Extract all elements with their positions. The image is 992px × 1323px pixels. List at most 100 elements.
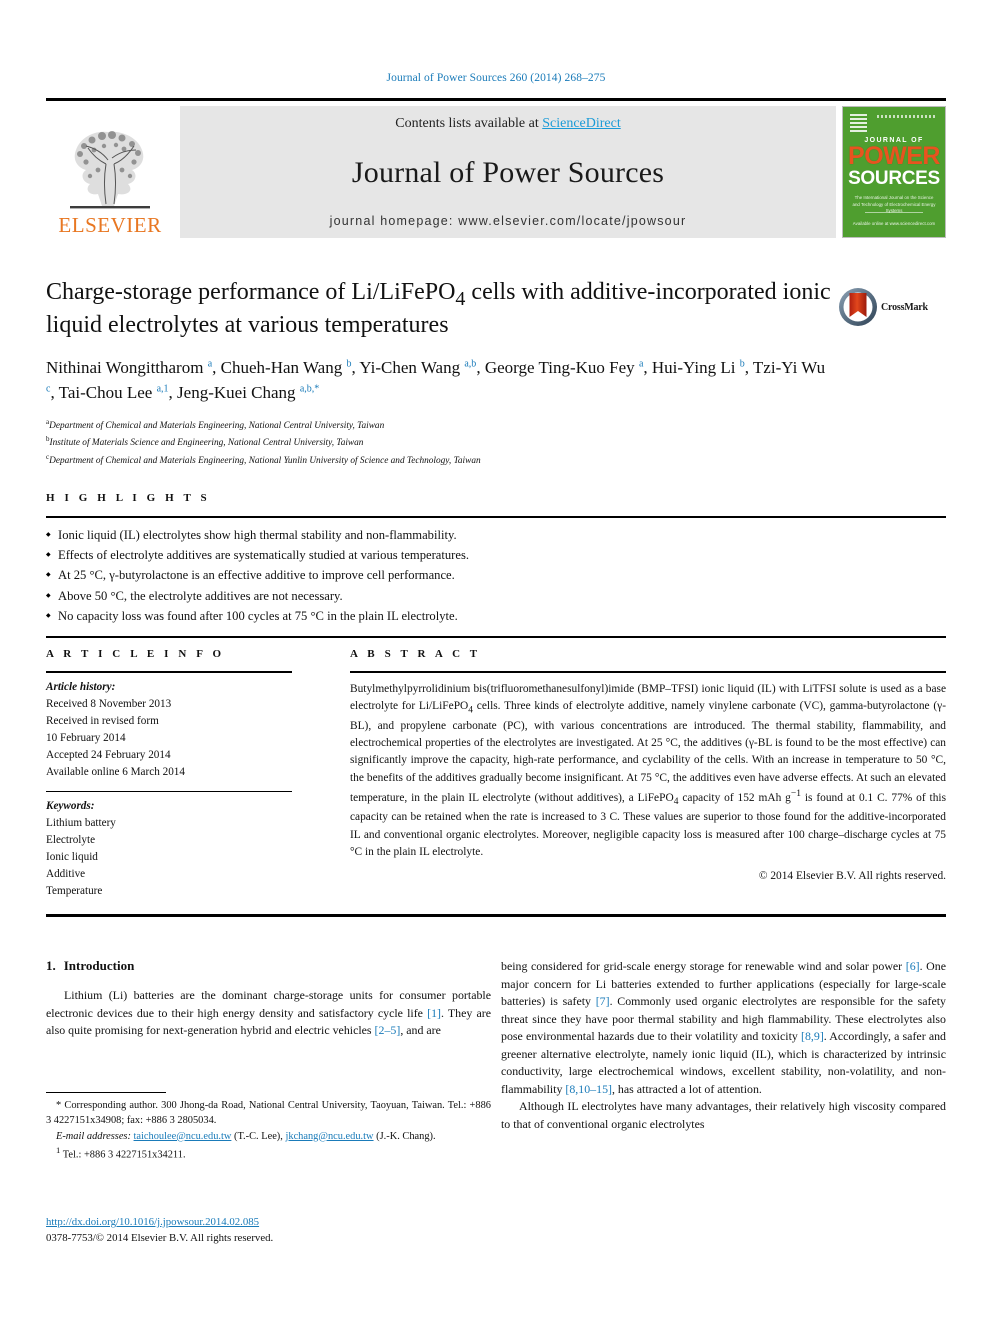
author-affil-marker: b	[739, 358, 745, 370]
paper-page: Journal of Power Sources 260 (2014) 268–…	[0, 0, 992, 1323]
elsevier-tree-icon	[70, 131, 150, 209]
highlights-heading: H I G H L I G H T S	[46, 492, 211, 504]
journal-title: Journal of Power Sources	[351, 156, 665, 189]
issn-copyright: 0378-7753/© 2014 Elsevier B.V. All right…	[46, 1232, 274, 1245]
corresponding-author-note: * Corresponding author. 300 Jhong-da Roa…	[46, 1100, 491, 1127]
citation-ref[interactable]: [1]	[427, 1006, 441, 1020]
affiliation-text: Institute of Materials Science and Engin…	[49, 438, 364, 449]
article-history-label: Article history:	[46, 680, 116, 693]
keyword-item: Additive	[46, 868, 86, 881]
history-item: Available online 6 March 2014	[46, 765, 185, 778]
journal-masthead: ELSEVIER Contents lists available at Sci…	[46, 98, 946, 238]
citation-ref[interactable]: [7]	[596, 994, 610, 1008]
sciencedirect-link[interactable]: ScienceDirect	[542, 116, 621, 131]
cover-sources-word: SOURCES	[848, 168, 940, 189]
list-item: No capacity loss was found after 100 cyc…	[46, 606, 946, 627]
author-list: Nithinai Wongittharom a, Chueh-Han Wang …	[46, 358, 826, 403]
citation-ref[interactable]: [8,9]	[801, 1029, 824, 1043]
masthead-top-rule	[46, 98, 946, 101]
author-affil-marker: a,1	[156, 383, 169, 395]
citation-ref[interactable]: [6]	[906, 959, 920, 973]
citation-ref[interactable]: [2–5]	[375, 1023, 401, 1037]
affiliation-item: cDepartment of Chemical and Materials En…	[46, 452, 836, 469]
email-link-lee[interactable]: taichoulee@ncu.edu.tw	[134, 1131, 232, 1142]
affiliation-text: Department of Chemical and Materials Eng…	[49, 420, 385, 431]
doi-link[interactable]: http://dx.doi.org/10.1016/j.jpowsour.201…	[46, 1216, 259, 1228]
intro-paragraph-right-2: Although IL electrolytes have many advan…	[501, 1099, 946, 1131]
tel-note: 1 Tel.: +886 3 4227151x34211.	[46, 1144, 491, 1163]
citation-ref[interactable]: [8,10–15]	[565, 1082, 612, 1096]
doi-footer: http://dx.doi.org/10.1016/j.jpowsour.201…	[46, 1212, 546, 1246]
affiliation-item: bInstitute of Materials Science and Engi…	[46, 434, 836, 451]
section-heading-introduction: 1. Introduction	[46, 958, 491, 974]
crossmark-label: CrossMark	[881, 301, 928, 313]
abstract-heading: A B S T R A C T	[350, 648, 481, 660]
history-item: Received 8 November 2013	[46, 697, 172, 710]
email-note: E-mail addresses: taichoulee@ncu.edu.tw …	[46, 1129, 491, 1144]
history-item: Accepted 24 February 2014	[46, 748, 171, 761]
body-gutter	[491, 958, 501, 1133]
journal-band: Contents lists available at ScienceDirec…	[180, 106, 836, 238]
author-affil-marker: b	[346, 358, 352, 370]
title-block: Charge-storage performance of Li/LiFePO4…	[46, 278, 836, 469]
author-affil-marker: c	[46, 383, 51, 395]
elsevier-logo: ELSEVIER	[46, 106, 174, 238]
journal-homepage[interactable]: journal homepage: www.elsevier.com/locat…	[330, 214, 687, 228]
elsevier-wordmark: ELSEVIER	[58, 213, 162, 237]
email-label: E-mail addresses:	[56, 1130, 131, 1142]
info-abstract-section: A R T I C L E I N F O Article history: R…	[46, 648, 946, 917]
tel-marker: 1	[56, 1144, 61, 1155]
contents-prefix: Contents lists available at	[395, 116, 543, 131]
abstract-copyright: © 2014 Elsevier B.V. All rights reserved…	[758, 870, 946, 883]
author-affil-marker: a	[207, 358, 213, 370]
article-info-heading: A R T I C L E I N F O	[46, 648, 225, 660]
keywords-label: Keywords:	[46, 800, 95, 813]
footnote-rule	[46, 1092, 166, 1094]
keywords-block: Keywords: Lithium battery Electrolyte Io…	[46, 792, 292, 900]
abstract-column: A B S T R A C T Butylmethylpyrrolidinium…	[350, 648, 946, 900]
contents-available-line: Contents lists available at ScienceDirec…	[395, 116, 621, 132]
keyword-item: Ionic liquid	[46, 851, 98, 864]
keyword-item: Temperature	[46, 885, 103, 898]
section-title: Introduction	[63, 958, 135, 973]
cover-footer-rule	[865, 212, 923, 213]
crossmark-badge-group[interactable]: CrossMark	[838, 286, 942, 328]
column-gutter	[292, 648, 350, 900]
page-title: Charge-storage performance of Li/LiFePO4…	[46, 279, 831, 339]
section-number: 1.	[46, 958, 56, 973]
crossmark-icon[interactable]	[838, 287, 878, 327]
tel-text: Tel.: +886 3 4227151x34211.	[62, 1149, 186, 1161]
highlights-bottom-rule	[46, 635, 946, 639]
article-info-column: A R T I C L E I N F O Article history: R…	[46, 648, 292, 900]
running-head: Journal of Power Sources 260 (2014) 268–…	[386, 72, 606, 84]
email-owner-lee: (T.-C. Lee),	[234, 1130, 283, 1142]
journal-cover-thumbnail[interactable]: JOURNAL OF POWER SOURCES The Internation…	[842, 106, 946, 238]
email-link-chang[interactable]: jkchang@ncu.edu.tw	[285, 1131, 373, 1142]
affiliation-item: aDepartment of Chemical and Materials En…	[46, 417, 836, 434]
keyword-item: Electrolyte	[46, 834, 96, 847]
affiliation-list: aDepartment of Chemical and Materials En…	[46, 417, 836, 469]
list-item: Above 50 °C, the electrolyte additives a…	[46, 586, 946, 607]
body-column-right: being considered for grid-scale energy s…	[501, 958, 946, 1133]
list-item: At 25 °C, γ-butyrolactone is an effectiv…	[46, 565, 946, 586]
highlights-section: H I G H L I G H T S Ionic liquid (IL) el…	[46, 492, 946, 639]
email-owner-chang: (J.-K. Chang).	[376, 1130, 436, 1142]
cover-elsevier-mark-icon	[850, 114, 867, 133]
author-affil-marker: a	[638, 358, 644, 370]
keyword-item: Lithium battery	[46, 817, 116, 830]
intro-paragraph-right-1: being considered for grid-scale energy s…	[501, 959, 946, 1096]
author-affil-marker: a,b	[464, 358, 477, 370]
list-item: Ionic liquid (IL) electrolytes show high…	[46, 525, 946, 546]
cover-power-word: POWER	[848, 142, 940, 170]
abstract-text: Butylmethylpyrrolidinium bis(trifluorome…	[350, 682, 947, 859]
article-history-block: Article history: Received 8 November 201…	[46, 673, 292, 781]
footnote-block: * Corresponding author. 300 Jhong-da Roa…	[46, 1092, 491, 1162]
affiliation-text: Department of Chemical and Materials Eng…	[49, 455, 481, 466]
highlights-list: Ionic liquid (IL) electrolytes show high…	[46, 518, 946, 628]
intro-paragraph-left: Lithium (Li) batteries are the dominant …	[46, 988, 491, 1037]
abstract-bottom-rule	[46, 914, 946, 917]
list-item: Effects of electrolyte additives are sys…	[46, 545, 946, 566]
cover-top-rule	[877, 115, 937, 118]
history-item: 10 February 2014	[46, 731, 126, 744]
author-affil-marker: a,b,*	[299, 383, 320, 395]
